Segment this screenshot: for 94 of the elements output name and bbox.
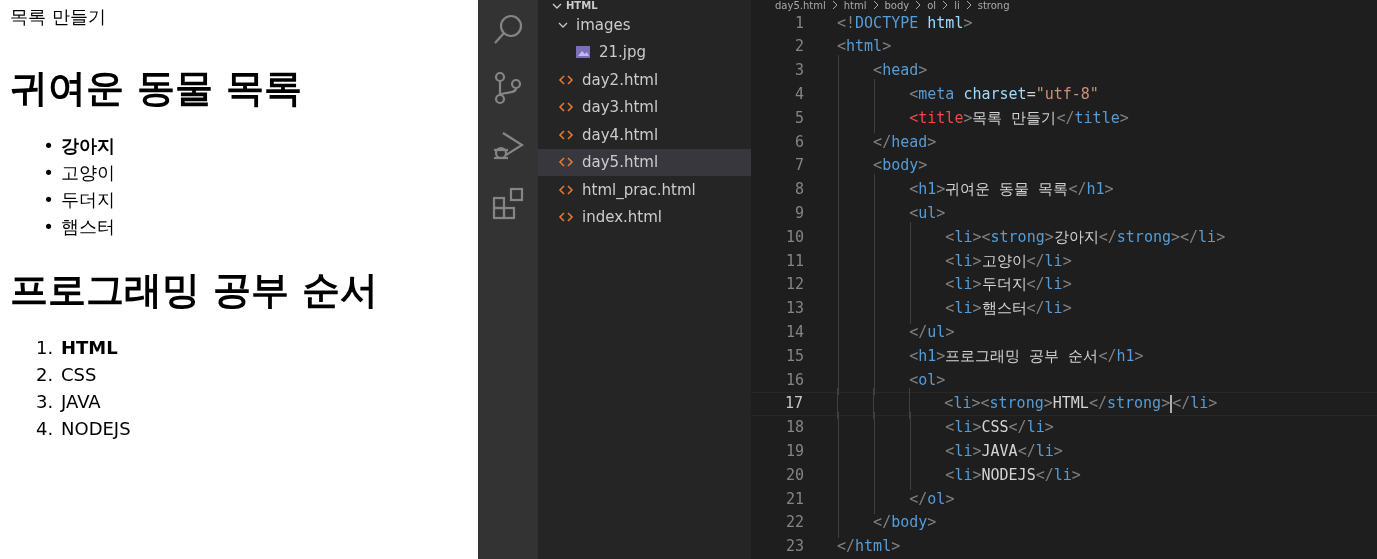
line-number: 15	[784, 345, 804, 367]
breadcrumb-item[interactable]: ol	[927, 0, 937, 11]
list-marker: •	[42, 134, 55, 158]
line-number: 4	[793, 84, 804, 106]
line-number: 8	[793, 179, 804, 201]
code-line: <li>CSS</li>	[944, 417, 1054, 439]
line-number: 9	[793, 203, 804, 225]
line-number: 20	[784, 464, 804, 486]
breadcrumb-item[interactable]: body	[884, 0, 910, 11]
explorer-section-title[interactable]: HTML	[566, 0, 598, 11]
code-line: <meta charset="utf-8"	[908, 84, 1099, 106]
line-number: 3	[793, 60, 804, 82]
file-tree-item[interactable]: day3.html	[538, 93, 751, 121]
line-number: 23	[784, 536, 804, 558]
file-tree-item[interactable]: index.html	[538, 203, 751, 231]
list-item: 고양이	[61, 161, 115, 185]
code-line: <!DOCTYPE html>	[837, 12, 973, 34]
file-tree-item[interactable]: 21.jpg	[538, 38, 751, 66]
line-number: 6	[793, 131, 804, 153]
file-tree-item[interactable]: html_prac.html	[538, 176, 751, 204]
line-number: 21	[784, 488, 804, 510]
code-line: <h1>귀여운 동물 목록</h1>	[908, 179, 1114, 201]
breadcrumb-item[interactable]: html	[843, 0, 867, 11]
code-brackets-icon	[558, 156, 574, 169]
extensions-icon[interactable]	[491, 187, 525, 221]
file-tree-item[interactable]: day5.html	[538, 148, 751, 176]
code-line: <li><strong>HTML</strong></li>	[943, 393, 1218, 415]
line-number: 5	[793, 107, 804, 129]
line-number: 10	[784, 226, 804, 248]
list-marker: 3.	[36, 390, 55, 414]
list-marker: •	[42, 188, 55, 212]
code-line: </ol>	[908, 488, 955, 510]
code-line: <li><strong>강아지</strong></li>	[944, 226, 1226, 248]
code-line: <li>두더지</li>	[944, 274, 1072, 296]
code-brackets-icon	[558, 211, 574, 224]
image-file-icon	[575, 45, 591, 60]
code-line: <li>고양이</li>	[944, 250, 1072, 272]
line-number: 11	[784, 250, 804, 272]
chevron-right-icon	[872, 0, 879, 10]
list-item: NODEJS	[61, 417, 131, 441]
breadcrumb-item[interactable]: strong	[977, 0, 1010, 11]
list-item: HTML	[61, 336, 118, 360]
code-line: <html>	[837, 36, 892, 58]
list-item: CSS	[61, 363, 97, 387]
code-brackets-icon	[558, 101, 574, 114]
list-marker: 4.	[36, 417, 55, 441]
code-line: <li>NODEJS</li>	[944, 464, 1081, 486]
chevron-right-icon	[831, 0, 838, 10]
line-number: 2	[793, 36, 804, 58]
line-number: 22	[784, 512, 804, 534]
chevron-right-icon	[915, 0, 922, 10]
code-line: <h1>프로그래밍 공부 순서</h1>	[908, 345, 1144, 367]
breadcrumb-item[interactable]: li	[954, 0, 960, 11]
text-cursor	[1170, 394, 1173, 413]
line-number: 12	[784, 274, 804, 296]
breadcrumb-item[interactable]: day5.html	[775, 0, 826, 11]
line-number: 18	[784, 417, 804, 439]
line-number: 13	[784, 298, 804, 320]
code-line: <head>	[872, 60, 928, 82]
code-line: </head>	[872, 131, 937, 153]
code-line: </html>	[837, 536, 901, 558]
page-title: 목록 만들기	[10, 6, 107, 28]
code-line: <ol>	[908, 369, 946, 391]
line-number: 16	[784, 369, 804, 391]
line-number: 19	[784, 441, 804, 462]
code-line: <body>	[872, 155, 928, 177]
heading: 귀여운 동물 목록	[10, 66, 304, 110]
chevron-right-icon	[942, 0, 949, 10]
list-item: JAVA	[61, 390, 101, 414]
code-brackets-icon	[558, 73, 574, 86]
file-tree-item[interactable]: day2.html	[538, 66, 751, 94]
line-number: 7	[793, 155, 804, 177]
code-line: </ul>	[908, 322, 955, 343]
code-line: <title>목록 만들기</title>	[908, 107, 1129, 129]
code-brackets-icon	[558, 128, 574, 141]
list-marker: 2.	[36, 363, 55, 387]
list-marker: •	[42, 161, 55, 185]
heading: 프로그래밍 공부 순서	[10, 268, 380, 312]
file-tree-item[interactable]: images	[538, 11, 751, 39]
file-tree-item[interactable]: day4.html	[538, 121, 751, 149]
list-item: 강아지	[61, 134, 115, 158]
list-item: 두더지	[61, 188, 115, 212]
line-number: 17	[783, 393, 803, 415]
list-marker: •	[42, 215, 55, 239]
code-line: <ul>	[908, 203, 946, 225]
code-line: </body>	[872, 512, 937, 534]
list-item: 햄스터	[61, 215, 115, 239]
list-marker: 1.	[36, 336, 55, 360]
line-number: 1	[793, 12, 804, 34]
code-brackets-icon	[558, 183, 574, 196]
code-line: <li>JAVA</li>	[944, 441, 1063, 462]
chevron-right-icon	[965, 0, 972, 10]
code-line: <li>햄스터</li>	[944, 298, 1072, 320]
line-number: 14	[784, 322, 804, 343]
